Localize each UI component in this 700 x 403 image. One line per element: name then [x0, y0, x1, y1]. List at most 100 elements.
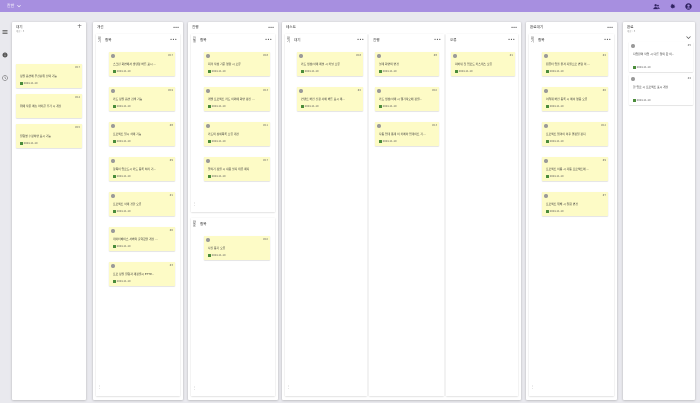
lane-title: 진행 — [373, 38, 380, 42]
lane-menu-button[interactable]: ••• — [434, 37, 441, 42]
drag-handle-icon[interactable]: ⋮ — [287, 385, 291, 389]
avatar — [206, 54, 210, 58]
column-limit: 제한 : 5 — [627, 30, 636, 33]
lane-menu-button[interactable]: ••• — [357, 37, 364, 42]
card-date: 2024-11-10 — [455, 70, 473, 73]
avatar — [377, 54, 381, 58]
card[interactable]: #17 스크린 화면에서 생텐형 버튼 표시 ... 2024-11-10 — [109, 52, 175, 76]
settings-icon[interactable] — [668, 2, 676, 10]
column-awaiting-done: 완료대기 ••• 대기 항목 ••• ⋮ #4 컴퓨터 업을 원격 지원으로 변… — [526, 22, 617, 400]
calendar-icon — [113, 210, 116, 213]
lane-panel: 진행 ••• #8 설계 화면의 변경 2024-11-10 #10 카드 생성… — [369, 34, 444, 396]
users-icon[interactable] — [652, 2, 660, 10]
card-number: #1 — [169, 194, 173, 197]
avatar — [453, 54, 457, 58]
card-number: #8 — [433, 54, 437, 57]
card-title: 프로젝트 위해 시 컬럼 변경 — [546, 202, 578, 206]
card[interactable]: #11 카드의 상세목록 오류 개선 2024-11-10 — [204, 122, 270, 146]
calendar-icon — [546, 210, 549, 213]
card-number: #17 — [74, 66, 80, 69]
chevron-down-icon — [17, 4, 22, 8]
card-title: 카드 생성/삭제 패널 시 커널 오류 — [301, 62, 340, 66]
card-date: 2024-11-10 — [208, 254, 226, 257]
card[interactable]: #6 데이터베이스 서버의 출력값을 개선 ... 2024-11-10 — [109, 227, 175, 251]
card[interactable]: #4 한 업로 시 프로젝트 표시 개선 2024-11-10 — [629, 75, 693, 105]
calendar-icon — [546, 175, 549, 178]
card[interactable]: #1 프로젝트 삭제 경한 오류 2024-11-10 — [109, 192, 175, 216]
card-number: #14 — [74, 96, 80, 99]
avatar — [206, 238, 210, 242]
avatar — [111, 89, 115, 93]
card-number: #9 — [602, 159, 606, 162]
card-title: 컬럼명 수정하면 표시 기능 — [20, 134, 51, 138]
avatar — [111, 159, 115, 163]
calendar-icon — [113, 280, 116, 283]
lane-panel: 대기 항목 ••• ⋮ #4 컴퓨터 업을 원격 지원으로 변형 이 ... 2… — [529, 34, 614, 396]
lane-title: 항목 — [105, 38, 112, 42]
card[interactable]: #6 어려워 버전 등록 시 에서 영웅 오류 2024-11-10 — [542, 87, 608, 111]
lane-menu-button[interactable]: ••• — [604, 37, 611, 42]
card-number: #13 — [431, 124, 437, 127]
drag-handle-icon[interactable]: ⋮ — [193, 386, 197, 390]
card[interactable]: #17 정렬 옵션에 우선순위 선택 기능 2024-11-10 — [16, 64, 82, 88]
card[interactable]: #17 알리기 정렬 시 내용 필지 태류 패지 2024-11-10 — [204, 157, 270, 181]
add-card-button[interactable]: + — [77, 24, 82, 30]
card[interactable]: #15 컬럼명 수정하면 표시 기능 2024-11-10 — [16, 124, 82, 148]
card[interactable]: #8 설계 화면의 변경 2024-11-10 — [375, 52, 439, 76]
board-selector[interactable]: 칸반 — [7, 3, 22, 9]
history-icon[interactable] — [2, 66, 8, 85]
card-number: #3 — [169, 264, 173, 267]
calendar-icon — [379, 140, 382, 143]
column-menu-button[interactable]: ••• — [268, 25, 274, 30]
avatar — [544, 89, 548, 93]
column-menu-button[interactable]: ••• — [511, 25, 517, 30]
card[interactable]: #18 카드 생성/삭제 패널 시 커널 오류 2024-11-10 — [297, 52, 363, 76]
card[interactable]: #9 항목이 업로드시 카드 등록 처리 기... 2024-11-10 — [109, 157, 175, 181]
card[interactable]: #18 최저 작성 기준 영향 시 오류 2024-11-10 — [204, 52, 270, 76]
card-date: 2024-11-10 — [546, 175, 564, 178]
card-date: 2024-11-10 — [301, 105, 319, 108]
drag-handle-icon[interactable]: ⋮ — [531, 385, 535, 389]
card[interactable]: #4 컴퓨터 업을 원격 지원으로 변형 이 ... 2024-11-10 — [542, 52, 608, 76]
card[interactable]: #14 위에 작은 메뉴 아이콘 추가 시 개선 — [16, 94, 82, 118]
card[interactable]: #3 프로 정렬 컬럼과 재정렬시 ETTP... 2024-11-10 — [109, 262, 175, 286]
info-icon[interactable] — [2, 43, 8, 62]
card[interactable]: #8 프로젝트 일시 삭제 기능 2024-11-10 — [109, 122, 175, 146]
top-bar: 칸반 — [0, 0, 700, 12]
card[interactable]: #2 컨텐트 버전 신청 사에 버튼 표시 제... 2024-11-10 — [297, 87, 363, 111]
lane-menu-button[interactable]: ••• — [170, 37, 177, 42]
drag-handle-icon[interactable]: ⋮ — [193, 202, 197, 206]
card[interactable]: #7 프로젝트 위해 시 컬럼 변경 2024-11-10 — [542, 192, 608, 216]
card[interactable]: #1 피바뀌 첫 업로드 카스테스 오류 2024-11-10 — [451, 52, 515, 76]
column-menu-button[interactable]: ••• — [173, 25, 179, 30]
card[interactable]: #10 카드 생성/삭제 시 웹가져오에 정렬... 2024-11-10 — [375, 87, 439, 111]
card[interactable]: #13 자동 업데 통계 이 카메라 업데이트 기... 2024-11-10 — [375, 122, 439, 146]
card-title: 카드 정렬 옵션 검색 기능 — [113, 97, 143, 101]
card[interactable]: #10 사진 동기 오류 2024-11-10 — [204, 236, 270, 260]
chevron-down-icon[interactable] — [686, 25, 691, 39]
column-limit: 제한 : 5 — [16, 30, 25, 33]
lane-menu-button[interactable]: ••• — [265, 37, 272, 42]
card-date: 2024-11-10 — [20, 142, 38, 145]
lane-panel: 진행 항목 ••• ⋮ #18 최저 작성 기준 영향 시 오류 2024-11… — [191, 34, 275, 212]
card-number: #6 — [602, 89, 606, 92]
card[interactable]: #5 지업완의 작업 시 다른 임의 값 이... 2024-11-10 — [629, 42, 693, 72]
card[interactable]: #19 카드 정렬 옵션 검색 기능 2024-11-10 — [109, 87, 175, 111]
account-icon[interactable] — [684, 2, 692, 10]
calendar-icon — [20, 142, 23, 145]
card[interactable]: #12 프로젝트 엄격이 이후 결정일 정지 2024-11-10 — [542, 122, 608, 146]
card-date: 2024-11-10 — [113, 140, 131, 143]
list-icon[interactable] — [2, 20, 8, 39]
calendar-icon — [455, 70, 458, 73]
column-menu-button[interactable]: ••• — [607, 25, 613, 30]
lane-panel: 오류 ••• #1 피바뀌 첫 업로드 카스테스 오류 2024-11-10 — [446, 34, 518, 396]
avatar — [111, 229, 115, 233]
card-date: 2024-11-10 — [546, 210, 564, 213]
lane-menu-button[interactable]: ••• — [508, 37, 515, 42]
drag-handle-icon[interactable]: ⋮ — [98, 385, 102, 389]
card-title: 정렬 옵션에 우선순위 선택 기능 — [20, 74, 58, 78]
avatar — [631, 44, 635, 48]
card[interactable]: #9 프로젝트 이름 시 자동 프로젝트에 ... 2024-11-10 — [542, 157, 608, 181]
card[interactable]: #13 레벨 프로젝트 카드 이외에 화면 갱신 ... 2024-11-10 — [204, 87, 270, 111]
card-title: 어려워 버전 등록 시 에서 영웅 오류 — [546, 97, 588, 101]
